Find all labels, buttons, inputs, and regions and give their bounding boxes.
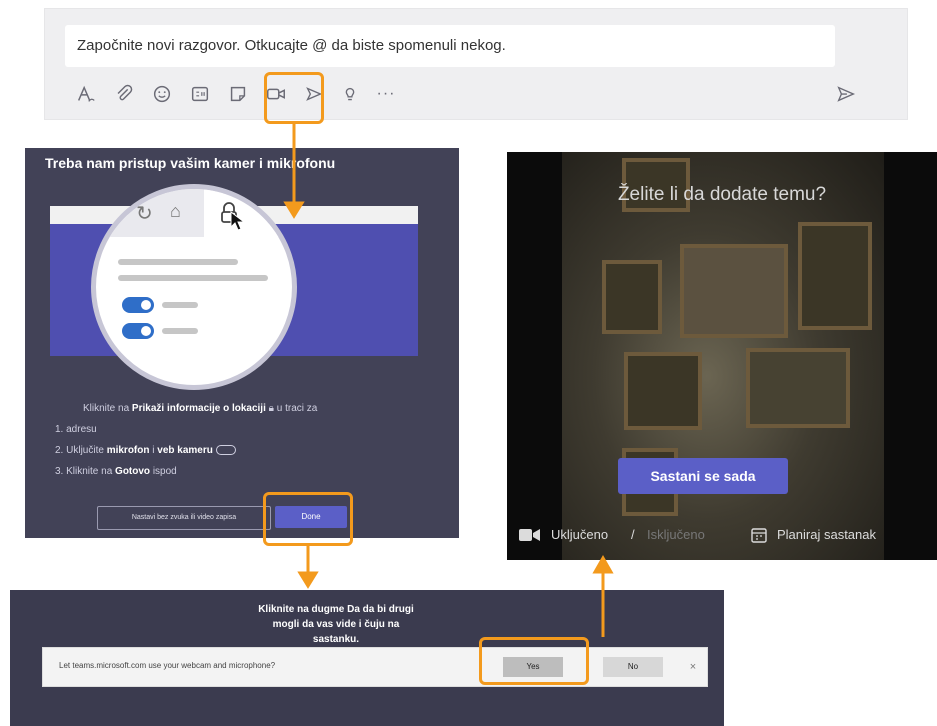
arrow-head-down [297,571,319,589]
annotation-arrows [283,124,614,637]
arrow-head-down [283,201,305,219]
arrow-head-up [592,554,614,574]
